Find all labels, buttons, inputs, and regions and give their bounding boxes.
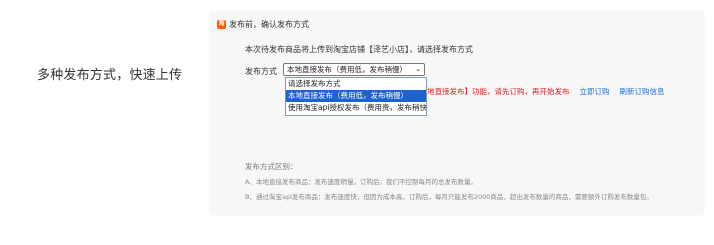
dropdown-option-placeholder[interactable]: 请选择发布方式 [286, 78, 426, 90]
taobao-logo-icon: 淘 [217, 19, 226, 29]
dialog-header: 淘 发布前，确认发布方式 [217, 17, 309, 31]
order-now-link[interactable]: 立即订购 [580, 87, 610, 96]
order-notice-text: 地直接发布】功能，请先订购，再开始发布 [427, 87, 570, 96]
intro-text: 本次待发布商品将上传到淘宝店铺【泽艺小店】，请选择发布方式 [245, 45, 473, 54]
select-value: 本地直接发布（费用低，发布稍慢） [287, 65, 407, 74]
order-notice: 地直接发布】功能，请先订购，再开始发布 立即订购 刷新订购信息 [427, 86, 665, 97]
publish-dialog: 淘 发布前，确认发布方式 本次待发布商品将上传到淘宝店铺【泽艺小店】，请选择发布… [210, 11, 704, 215]
refresh-order-link[interactable]: 刷新订购信息 [620, 87, 665, 96]
dropdown-option-api[interactable]: 使用淘宝api授权发布（费用贵，发布稍快） [286, 102, 426, 114]
dialog-title: 发布前，确认发布方式 [229, 19, 309, 29]
note-api: B、通过淘宝api发布商品：发布速度快，但因为成本高，订购后，每月只能发布200… [245, 193, 653, 201]
note-local: A、本地直接发布商品：发布速度稍慢，订购后，我们不控制每月的总发布数量。 [245, 178, 477, 186]
chevron-down-icon[interactable]: ⌄ [415, 64, 421, 75]
publish-method-label: 发布方式 [245, 67, 277, 76]
publish-method-dropdown: 请选择发布方式 本地直接发布（费用低，发布稍慢） 使用淘宝api授权发布（费用贵… [285, 77, 427, 116]
dropdown-option-local[interactable]: 本地直接发布（费用低，发布稍慢） [286, 90, 426, 102]
feature-caption: 多种发布方式，快速上传 [37, 68, 183, 83]
notes-title: 发布方式区别： [245, 162, 298, 171]
publish-method-select[interactable]: 本地直接发布（费用低，发布稍慢） ⌄ [283, 63, 425, 76]
